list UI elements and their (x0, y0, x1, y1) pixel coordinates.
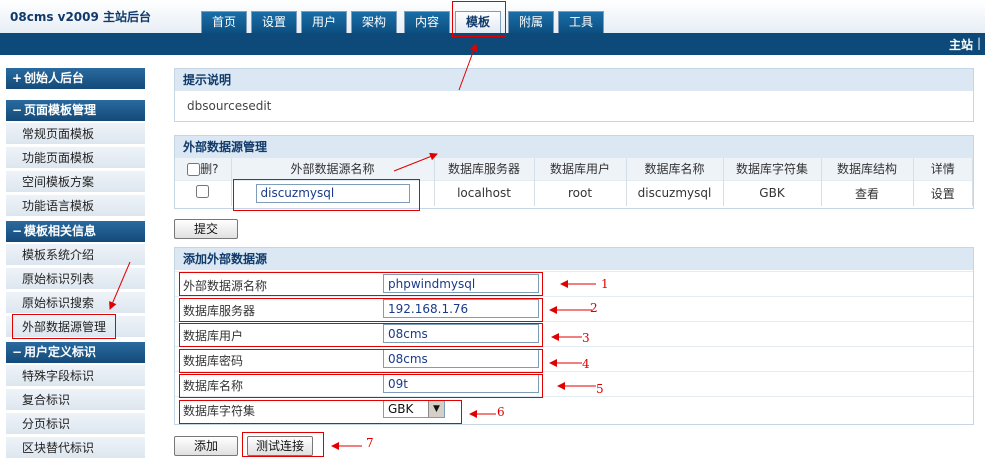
sidebar-item-compound-tags[interactable]: 复合标识 (6, 389, 145, 411)
col-detail: 详情 (913, 158, 973, 180)
source-name-field[interactable] (383, 274, 539, 293)
field-label: 数据库密码 (183, 354, 244, 368)
annotation-number: 3 (582, 331, 590, 345)
form-row-server: 数据库服务器 (175, 296, 973, 321)
row-name-cell (231, 179, 435, 206)
sidebar-item-space-templates[interactable]: 空间模板方案 (6, 171, 145, 193)
hint-panel: 提示说明 dbsourcesedit (174, 68, 974, 122)
tab-content[interactable]: 内容 (404, 11, 450, 33)
field-label: 外部数据源名称 (183, 279, 268, 293)
top-bar: 08cms v2009 主站后台 首页 设置 用户 架构 内容 模板 附属 工具 (0, 0, 985, 34)
col-structure: 数据库结构 (821, 158, 914, 180)
sidebar-founder[interactable]: + 创始人后台 (6, 68, 145, 89)
db-user-field[interactable] (383, 324, 539, 343)
col-user: 数据库用户 (534, 158, 627, 180)
minus-icon: − (12, 103, 23, 117)
col-server: 数据库服务器 (434, 158, 535, 180)
add-source-title: 添加外部数据源 (175, 248, 973, 270)
annotation-number: 7 (366, 436, 374, 450)
annotation-number: 2 (590, 301, 598, 315)
charset-selected-value: GBK (388, 402, 414, 416)
tab-home[interactable]: 首页 (201, 11, 247, 33)
sidebar-section-label: 模板相关信息 (24, 224, 97, 238)
sources-table: 删? 外部数据源名称 数据库服务器 数据库用户 数据库名称 数据库字符集 数据库… (175, 158, 973, 206)
annotation-number: 4 (582, 357, 590, 371)
row-user: root (534, 179, 627, 206)
form-row-password: 数据库密码 (175, 346, 973, 371)
field-label: 数据库服务器 (183, 304, 256, 318)
col-charset: 数据库字符集 (723, 158, 822, 180)
add-button[interactable]: 添加 (174, 436, 238, 456)
field-label: 数据库字符集 (183, 404, 256, 418)
tab-tools[interactable]: 工具 (558, 11, 604, 33)
sidebar-section-label: 用户定义标识 (24, 345, 97, 359)
row-server: localhost (434, 179, 535, 206)
tab-users[interactable]: 用户 (301, 11, 347, 33)
col-name: 外部数据源名称 (231, 158, 435, 180)
sidebar-item-tag-list[interactable]: 原始标识列表 (6, 268, 145, 290)
field-label: 数据库用户 (183, 329, 244, 343)
db-name-field[interactable] (383, 374, 539, 393)
sidebar-section-user-tags[interactable]: − 用户定义标识 (6, 342, 145, 363)
submit-button[interactable]: 提交 (174, 219, 238, 239)
sidebar-item-tag-search[interactable]: 原始标识搜索 (6, 292, 145, 314)
sidebar-item-block-tags[interactable]: 区块替代标识 (6, 437, 145, 459)
minus-icon: − (12, 224, 23, 238)
col-delete: 删? (175, 158, 232, 180)
sidebar-item-language-templates[interactable]: 功能语言模板 (6, 195, 145, 217)
minus-icon: − (12, 345, 23, 359)
sidebar-item-paging-tags[interactable]: 分页标识 (6, 413, 145, 435)
table-row: localhost root discuzmysql GBK 查看 设置 (175, 179, 973, 206)
site-link[interactable]: 主站 (949, 36, 973, 53)
tab-attachments[interactable]: 附属 (508, 11, 554, 33)
col-label: 删? (200, 162, 219, 177)
sidebar-item-regular-templates[interactable]: 常规页面模板 (6, 123, 145, 145)
tab-settings[interactable]: 设置 (251, 11, 297, 33)
sidebar-section-template-info[interactable]: − 模板相关信息 (6, 221, 145, 242)
row-delete-checkbox[interactable] (196, 185, 210, 199)
nav-bar: 主站 | (0, 33, 985, 55)
form-row-dbname: 数据库名称 (175, 371, 973, 396)
sidebar-section-label: 页面模板管理 (24, 103, 97, 117)
sources-title: 外部数据源管理 (175, 136, 973, 158)
field-label: 数据库名称 (183, 379, 244, 393)
table-header-row: 删? 外部数据源名称 数据库服务器 数据库用户 数据库名称 数据库字符集 数据库… (175, 158, 973, 180)
plus-icon: + (12, 71, 23, 85)
row-detail-link[interactable]: 设置 (913, 179, 973, 206)
db-server-field[interactable] (383, 299, 539, 318)
db-password-field[interactable] (383, 349, 539, 368)
row-dbname: discuzmysql (626, 179, 724, 206)
col-dbname: 数据库名称 (626, 158, 724, 180)
sidebar-founder-label: 创始人后台 (24, 71, 85, 85)
test-connection-button[interactable]: 测试连接 (247, 436, 313, 456)
tab-architecture[interactable]: 架构 (351, 11, 397, 33)
sidebar-item-external-sources[interactable]: 外部数据源管理 (6, 316, 145, 338)
sidebar-item-special-field-tags[interactable]: 特殊字段标识 (6, 365, 145, 387)
source-name-input[interactable] (255, 183, 410, 203)
annotation-number: 1 (601, 277, 609, 291)
hint-text: dbsourcesedit (187, 99, 272, 113)
add-source-panel: 添加外部数据源 外部数据源名称 数据库服务器 数据库用户 数据库密码 数据库名称… (174, 247, 974, 425)
row-delete-cell (175, 179, 232, 206)
row-charset: GBK (723, 179, 822, 206)
form-row-charset: 数据库字符集 GBK ▼ (175, 396, 973, 421)
select-all-checkbox[interactable] (187, 163, 201, 177)
form-row-user: 数据库用户 (175, 321, 973, 346)
charset-select[interactable]: GBK ▼ (383, 400, 445, 418)
sources-panel: 外部数据源管理 删? 外部数据源名称 数据库服务器 数据库用户 数据库名称 数据… (174, 135, 974, 209)
annotation-number: 6 (497, 405, 505, 419)
row-structure-link[interactable]: 查看 (821, 179, 914, 206)
site-separator: | (976, 36, 981, 50)
form-row-name: 外部数据源名称 (175, 271, 973, 296)
app-brand: 08cms v2009 主站后台 (10, 10, 152, 24)
annotation-number: 5 (596, 382, 604, 396)
sidebar-section-page-templates[interactable]: − 页面模板管理 (6, 100, 145, 121)
dropdown-arrow-icon[interactable]: ▼ (428, 401, 444, 417)
hint-title: 提示说明 (175, 69, 973, 91)
sidebar-item-template-intro[interactable]: 模板系统介绍 (6, 244, 145, 266)
tab-templates[interactable]: 模板 (455, 11, 501, 34)
sidebar-item-function-templates[interactable]: 功能页面模板 (6, 147, 145, 169)
